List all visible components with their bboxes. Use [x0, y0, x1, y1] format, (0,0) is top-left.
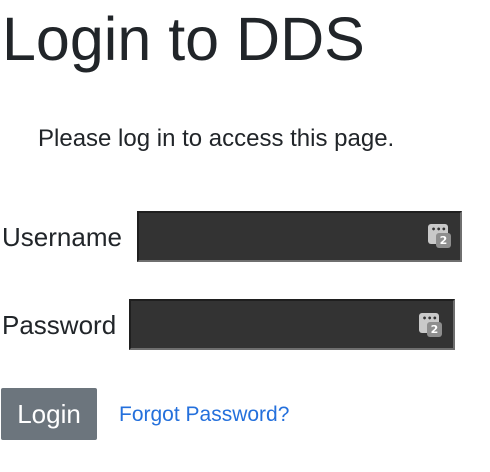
password-label: Password [2, 310, 117, 340]
page-title: Login to DDS [2, 5, 365, 73]
login-intro-text: Please log in to access this page. [38, 125, 395, 152]
username-field[interactable] [137, 211, 462, 262]
forgot-password-link[interactable]: Forgot Password? [119, 402, 289, 428]
login-button[interactable]: Login [1, 388, 97, 440]
password-manager-dots: ••• [422, 314, 438, 323]
password-manager-icon[interactable]: ••• 2 [419, 313, 442, 337]
password-field[interactable] [129, 299, 455, 350]
password-manager-dots: ••• [431, 225, 447, 234]
username-label: Username [2, 222, 122, 252]
password-manager-badge: 2 [436, 233, 451, 248]
password-manager-badge: 2 [427, 322, 442, 337]
password-manager-icon[interactable]: ••• 2 [428, 224, 451, 248]
